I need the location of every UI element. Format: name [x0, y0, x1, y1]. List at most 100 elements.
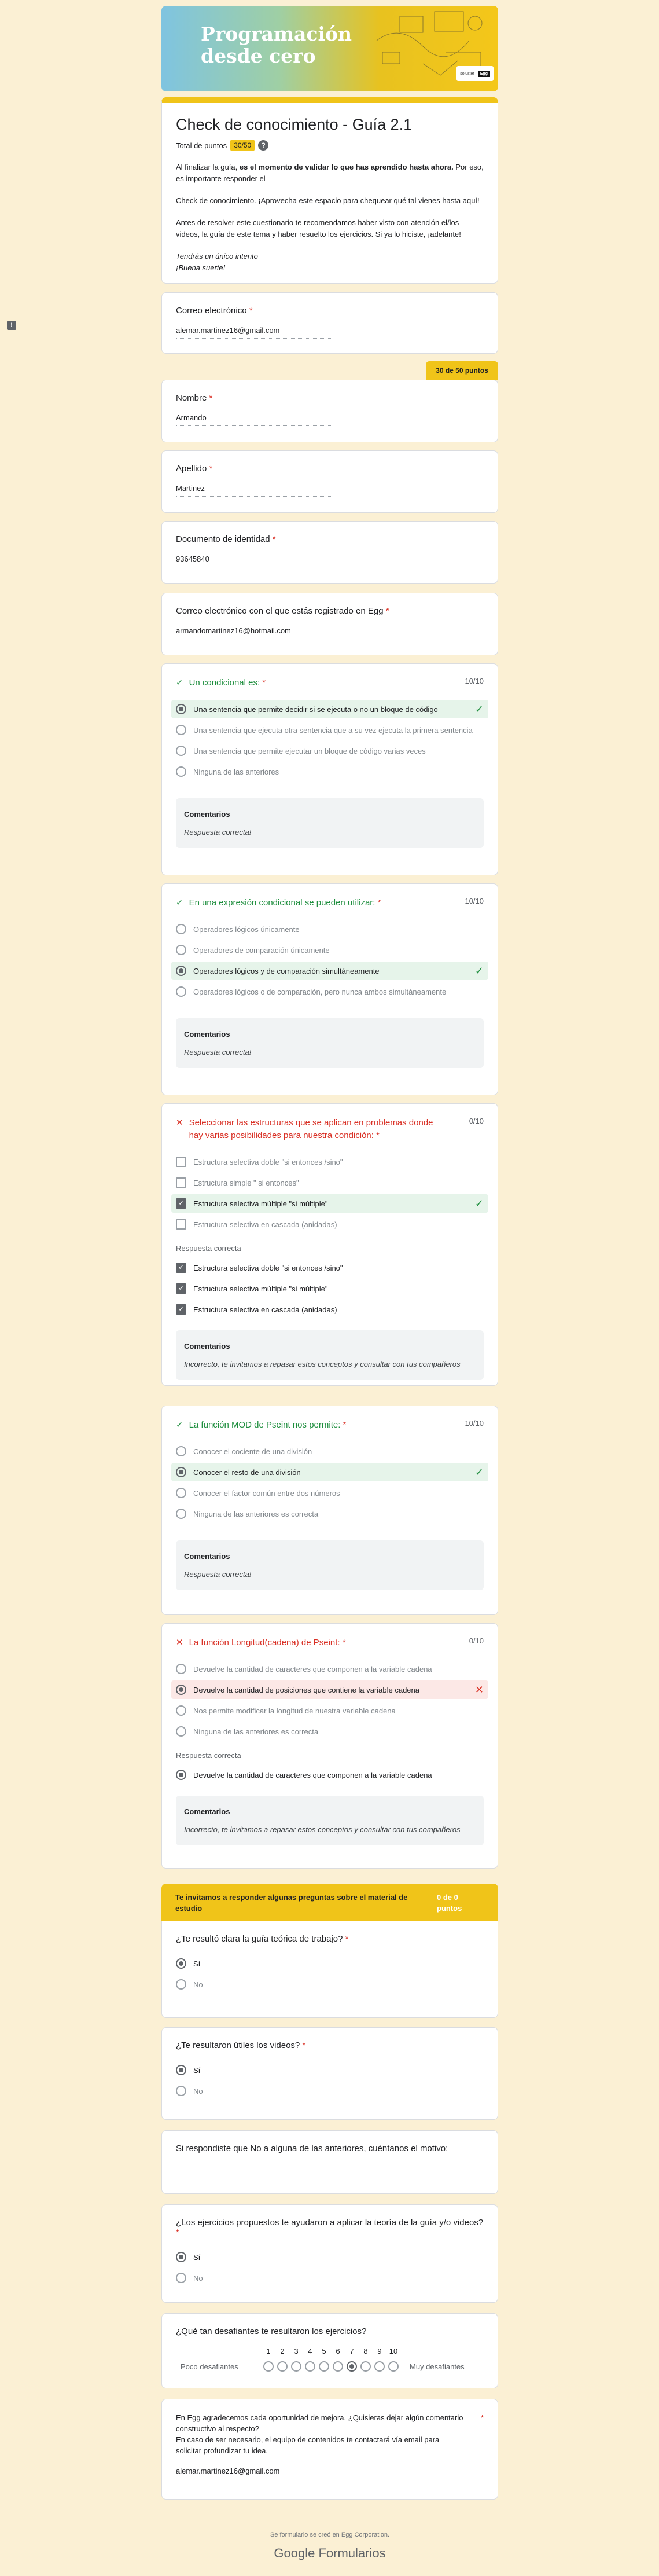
- option[interactable]: No: [171, 2082, 488, 2100]
- banner-title: Programación desde cero: [201, 23, 352, 67]
- scale-radio[interactable]: [360, 2361, 371, 2372]
- reason-answer-field[interactable]: [176, 2164, 484, 2181]
- scale-radio[interactable]: [333, 2361, 343, 2372]
- radio-icon[interactable]: [176, 2065, 186, 2075]
- nombre-answer: Armando: [176, 413, 332, 426]
- option[interactable]: Conocer el factor común entre dos número…: [171, 1484, 488, 1502]
- scale-radio[interactable]: [319, 2361, 329, 2372]
- email-card: Correo electrónico * alemar.martinez16@g…: [161, 292, 498, 354]
- radio-icon[interactable]: [176, 924, 186, 934]
- survey-card-3: Si respondiste que No a alguna de las an…: [161, 2130, 498, 2194]
- radio-icon[interactable]: [176, 1509, 186, 1519]
- section-header: Te invitamos a responder algunas pregunt…: [161, 1884, 498, 1922]
- check-icon: ✓: [176, 1420, 183, 1430]
- option-selected[interactable]: Conocer el resto de una división ✓: [171, 1463, 488, 1481]
- option[interactable]: No: [171, 2269, 488, 2287]
- email-answer: alemar.martinez16@gmail.com: [176, 326, 332, 339]
- radio-icon[interactable]: [176, 725, 186, 735]
- radio-icon[interactable]: [176, 1726, 186, 1737]
- option-selected[interactable]: Devuelve la cantidad de posiciones que c…: [171, 1680, 488, 1699]
- scale-radio[interactable]: [374, 2361, 385, 2372]
- feedback-box: Comentarios Incorrecto, te invitamos a r…: [176, 1796, 484, 1845]
- radio-icon[interactable]: [176, 746, 186, 756]
- score-tag: 30 de 50 puntos: [426, 361, 498, 380]
- question-title: ¿Los ejercicios propuestos te ayudaron a…: [176, 2218, 484, 2228]
- documento-card: Documento de identidad * 93645840: [161, 521, 498, 584]
- option[interactable]: Operadores de comparación únicamente: [171, 941, 488, 959]
- radio-icon[interactable]: [176, 704, 186, 714]
- radio-icon[interactable]: [176, 945, 186, 955]
- total-points-badge: 30/50: [230, 140, 255, 151]
- radio-icon[interactable]: [176, 1958, 186, 1969]
- radio-icon[interactable]: [176, 1979, 186, 1990]
- radio-icon[interactable]: [176, 1685, 186, 1695]
- option[interactable]: Nos permite modificar la longitud de nue…: [171, 1701, 488, 1720]
- option[interactable]: Estructura simple " si entonces": [171, 1173, 488, 1192]
- question-card-2: ✓ En una expresión condicional se pueden …: [161, 883, 498, 1095]
- checkbox-icon: [176, 1263, 186, 1273]
- feedback-icon[interactable]: !: [7, 321, 16, 330]
- option[interactable]: No: [171, 1975, 488, 1994]
- option[interactable]: Ninguna de las anteriores es correcta: [171, 1722, 488, 1741]
- option[interactable]: Devuelve la cantidad de caracteres que c…: [171, 1660, 488, 1678]
- option[interactable]: Estructura selectiva en cascada (anidada…: [171, 1215, 488, 1234]
- radio-icon[interactable]: [176, 2086, 186, 2096]
- option-selected[interactable]: Estructura selectiva múltiple "si múltip…: [171, 1194, 488, 1213]
- survey-card-1: ¿Te resultó clara la guía teórica de tra…: [161, 1921, 498, 2018]
- option[interactable]: Una sentencia que permite ejecutar un bl…: [171, 742, 488, 760]
- question-title: La función MOD de Pseint nos permite:: [189, 1420, 341, 1430]
- form-header-card: Check de conocimiento - Guía 2.1 Total d…: [161, 97, 498, 284]
- scale-radio[interactable]: [291, 2361, 301, 2372]
- option-selected[interactable]: Una sentencia que permite decidir si se …: [171, 700, 488, 718]
- option[interactable]: Operadores lógicos únicamente: [171, 920, 488, 938]
- total-points: Total de puntos 30/50 ?: [176, 140, 484, 151]
- scale-radio[interactable]: [263, 2361, 274, 2372]
- documento-answer: 93645840: [176, 555, 332, 567]
- partner-logos: soluster Egg: [456, 66, 494, 81]
- correct-option: Estructura selectiva doble "si entonces …: [171, 1258, 488, 1277]
- option-selected[interactable]: Sí: [171, 2248, 488, 2266]
- scale-radio[interactable]: [277, 2361, 288, 2372]
- checkbox-icon[interactable]: [176, 1198, 186, 1209]
- radio-icon[interactable]: [176, 966, 186, 976]
- option-selected[interactable]: Sí: [171, 1954, 488, 1973]
- help-icon[interactable]: ?: [258, 140, 269, 151]
- checkbox-icon[interactable]: [176, 1219, 186, 1230]
- option[interactable]: Ninguna de las anteriores es correcta: [171, 1504, 488, 1523]
- question-title: ¿Te resultaron útiles los videos?: [176, 2041, 300, 2050]
- checkbox-icon[interactable]: [176, 1177, 186, 1188]
- google-forms-logo[interactable]: Google Formularios: [161, 2546, 498, 2561]
- radio-icon[interactable]: [176, 1446, 186, 1456]
- scale-radio[interactable]: [388, 2361, 399, 2372]
- option[interactable]: Conocer el cociente de una división: [171, 1442, 488, 1461]
- option[interactable]: Operadores lógicos o de comparación, per…: [171, 982, 488, 1001]
- survey-card-2: ¿Te resultaron útiles los videos? * Sí N…: [161, 2027, 498, 2120]
- radio-icon[interactable]: [176, 1467, 186, 1477]
- apellido-answer: Martinez: [176, 484, 332, 497]
- scale-radio[interactable]: [305, 2361, 315, 2372]
- cross-icon: ✕: [474, 1683, 484, 1696]
- option[interactable]: Estructura selectiva doble "si entonces …: [171, 1153, 488, 1171]
- scale-numbers: 1 2 3 4 5 6 7 8 9 10: [266, 2347, 398, 2355]
- question-title: En una expresión condicional se pueden u…: [189, 898, 375, 908]
- option-selected[interactable]: Operadores lógicos y de comparación simu…: [171, 962, 488, 980]
- checkbox-icon[interactable]: [176, 1157, 186, 1167]
- option-selected[interactable]: Sí: [171, 2061, 488, 2079]
- radio-icon[interactable]: [176, 2252, 186, 2262]
- check-icon: ✓: [474, 1466, 484, 1478]
- check-icon: ✓: [176, 678, 183, 688]
- question-card-3: ✕ Seleccionar las estructuras que se apli…: [161, 1103, 498, 1386]
- question-points: 10/10: [465, 1419, 484, 1428]
- survey-card-4: ¿Los ejercicios propuestos te ayudaron a…: [161, 2204, 498, 2303]
- option[interactable]: Ninguna de las anteriores: [171, 762, 488, 781]
- scale-radio-selected[interactable]: [347, 2361, 357, 2372]
- survey-card-5: ¿Qué tan desafiantes te resultaron los e…: [161, 2313, 498, 2388]
- egg-email-answer: armandomartinez16@hotmail.com: [176, 626, 332, 639]
- radio-icon[interactable]: [176, 766, 186, 777]
- radio-icon[interactable]: [176, 1705, 186, 1716]
- radio-icon[interactable]: [176, 986, 186, 997]
- radio-icon[interactable]: [176, 1488, 186, 1498]
- option[interactable]: Una sentencia que ejecuta otra sentencia…: [171, 721, 488, 739]
- radio-icon[interactable]: [176, 1664, 186, 1674]
- radio-icon[interactable]: [176, 2273, 186, 2283]
